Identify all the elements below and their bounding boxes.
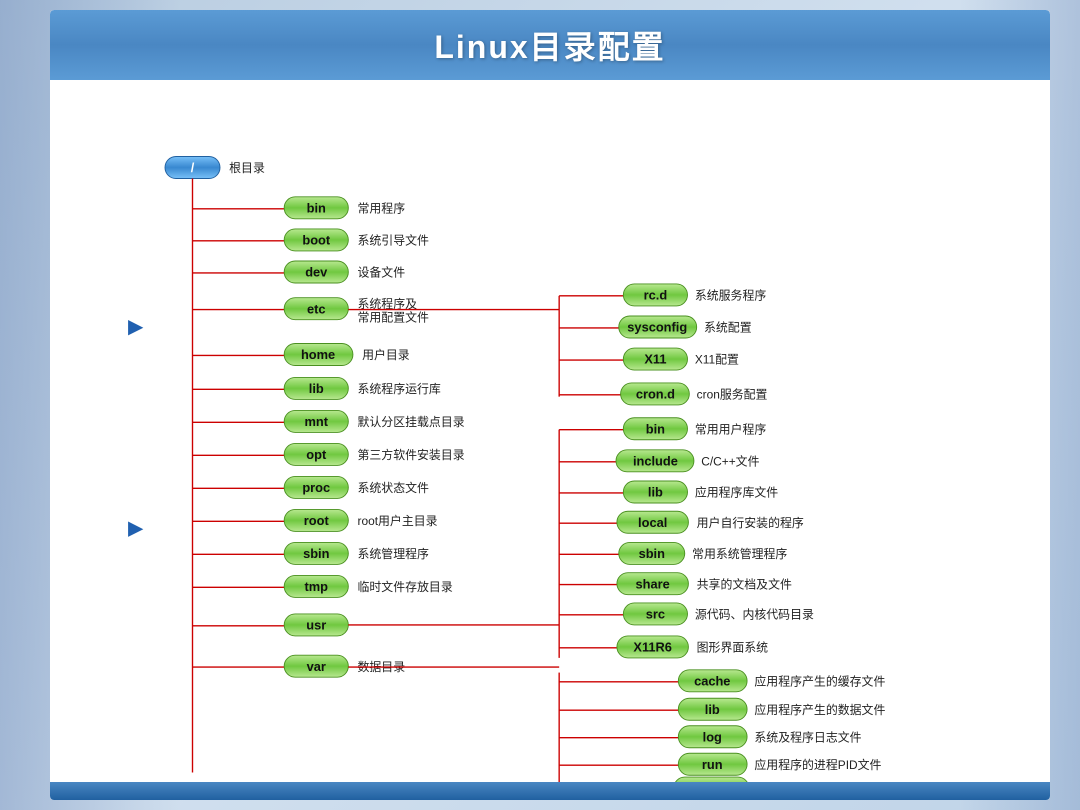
svg-text:local: local — [638, 515, 667, 530]
svg-text:系统程序运行库: 系统程序运行库 — [358, 382, 441, 396]
svg-text:常用系统管理程序: 常用系统管理程序 — [692, 547, 787, 561]
page-title: Linux目录配置 — [50, 22, 1050, 68]
svg-text:sbin: sbin — [303, 546, 330, 561]
svg-text:共享的文档及文件: 共享的文档及文件 — [697, 577, 792, 591]
svg-text:应用程序的进程PID文件: 应用程序的进程PID文件 — [754, 758, 881, 772]
svg-text:应用程序产生的缓存文件: 应用程序产生的缓存文件 — [754, 674, 885, 688]
svg-text:src: src — [646, 607, 665, 622]
svg-text:系统服务程序: 系统服务程序 — [695, 289, 767, 303]
svg-text:系统管理程序: 系统管理程序 — [358, 547, 430, 561]
svg-text:系统配置: 系统配置 — [704, 321, 752, 335]
svg-text:应用程序产生的数据文件: 应用程序产生的数据文件 — [754, 703, 885, 717]
svg-text:home: home — [301, 347, 335, 362]
svg-text:应用程序库文件: 应用程序库文件 — [695, 486, 778, 500]
svg-text:系统引导文件: 系统引导文件 — [358, 234, 430, 248]
svg-text:cron服务配置: cron服务配置 — [697, 388, 768, 402]
svg-text:bin: bin — [307, 200, 326, 215]
svg-text:lib: lib — [705, 702, 720, 717]
svg-text:share: share — [636, 576, 670, 591]
svg-text:proc: proc — [302, 480, 330, 495]
svg-text:常用程序: 常用程序 — [358, 201, 406, 215]
svg-text:常用用户程序: 常用用户程序 — [695, 422, 767, 436]
bottom-bar — [50, 782, 1050, 800]
svg-text:lib: lib — [648, 485, 663, 500]
svg-text:root用户主目录: root用户主目录 — [358, 514, 438, 528]
svg-text:设备文件: 设备文件 — [358, 266, 406, 280]
svg-text:系统状态文件: 系统状态文件 — [358, 481, 430, 495]
svg-text:▶: ▶ — [127, 316, 143, 337]
svg-text:第三方软件安装目录: 第三方软件安装目录 — [358, 448, 465, 462]
svg-text:临时文件存放目录: 临时文件存放目录 — [358, 580, 453, 594]
svg-text:系统程序及: 系统程序及 — [358, 297, 418, 311]
svg-text:cache: cache — [694, 673, 730, 688]
svg-text:mnt: mnt — [304, 414, 328, 429]
svg-text:rc.d: rc.d — [644, 288, 668, 303]
svg-text:lib: lib — [309, 381, 324, 396]
svg-text:用户目录: 用户目录 — [362, 348, 410, 362]
svg-text:C/C++文件: C/C++文件 — [701, 454, 759, 468]
svg-text:X11R6: X11R6 — [633, 640, 672, 655]
svg-text:图形界面系统: 图形界面系统 — [697, 641, 769, 655]
svg-text:/: / — [191, 160, 195, 175]
svg-text:log: log — [703, 729, 722, 744]
svg-text:X11: X11 — [644, 352, 666, 367]
svg-text:sbin: sbin — [639, 546, 666, 561]
svg-text:用户自行安装的程序: 用户自行安装的程序 — [697, 516, 804, 530]
svg-text:cron.d: cron.d — [636, 387, 675, 402]
svg-text:sysconfig: sysconfig — [627, 320, 687, 335]
svg-text:etc: etc — [307, 301, 326, 316]
title-bar: Linux目录配置 — [50, 10, 1050, 80]
main-container: Linux目录配置 / 根目录 ▶ — [50, 10, 1050, 800]
svg-text:默认分区挂载点目录: 默认分区挂载点目录 — [358, 415, 465, 429]
svg-text:▶: ▶ — [127, 517, 143, 538]
svg-text:源代码、内核代码目录: 源代码、内核代码目录 — [695, 608, 814, 622]
svg-text:usr: usr — [306, 618, 326, 633]
svg-text:X11配置: X11配置 — [695, 353, 739, 367]
svg-text:include: include — [633, 453, 678, 468]
svg-text:bin: bin — [646, 421, 665, 436]
svg-text:dev: dev — [305, 265, 328, 280]
diagram-svg: / 根目录 ▶ ▶ bin 常用程序 boot 系统引导文件 dev 设备文件 — [50, 140, 1050, 800]
svg-text:boot: boot — [302, 233, 331, 248]
content-area: / 根目录 ▶ ▶ bin 常用程序 boot 系统引导文件 dev 设备文件 — [50, 80, 1050, 800]
svg-text:系统及程序日志文件: 系统及程序日志文件 — [754, 730, 861, 744]
svg-text:root: root — [304, 513, 330, 528]
svg-text:tmp: tmp — [304, 579, 328, 594]
svg-text:根目录: 根目录 — [229, 161, 265, 175]
svg-text:常用配置文件: 常用配置文件 — [358, 311, 430, 325]
svg-text:var: var — [307, 659, 326, 674]
svg-text:opt: opt — [306, 447, 327, 462]
svg-text:run: run — [702, 757, 723, 772]
